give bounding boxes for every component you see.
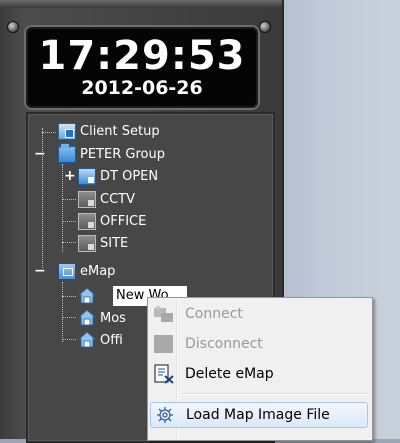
- tree-line: [62, 242, 76, 243]
- delete-document-icon: [153, 364, 175, 384]
- map-house-icon: [78, 287, 96, 304]
- tree-item-emap-child[interactable]: Mos: [78, 308, 126, 328]
- dvr-group-icon: [78, 167, 96, 185]
- tree-item-label: SITE: [100, 235, 129, 251]
- emap-icon: [58, 262, 76, 280]
- tree-item-label: Offi: [100, 332, 123, 348]
- collapse-toggle[interactable]: −: [34, 264, 46, 278]
- tree-item-label: Mos: [100, 310, 126, 326]
- tree-item-emap-child[interactable]: Offi: [78, 330, 123, 350]
- tree-item-client-setup[interactable]: Client Setup: [58, 121, 160, 141]
- clock-date: 2012-06-26: [81, 77, 203, 99]
- tree-line: [42, 132, 56, 133]
- tree-item-label: Client Setup: [80, 123, 160, 139]
- tree-item-peter-group[interactable]: PETER Group: [58, 142, 165, 164]
- tree-line: [62, 164, 63, 252]
- tree-item-label: PETER Group: [80, 146, 165, 162]
- menu-item-label: Disconnect: [185, 336, 263, 352]
- panel-top-bevel: [0, 0, 282, 8]
- tree-line: [62, 282, 63, 342]
- tree-item-office[interactable]: OFFICE: [78, 211, 146, 231]
- clock-time: 17:29:53: [38, 33, 246, 79]
- tree-item-site[interactable]: SITE: [78, 233, 128, 253]
- menu-item-label: Load Map Image File: [186, 407, 330, 423]
- tree-item-label: OFFICE: [100, 213, 147, 229]
- tree-item-cctv[interactable]: CCTV: [78, 189, 135, 209]
- tree-item-label: eMap: [80, 263, 116, 279]
- tree-item-emap[interactable]: eMap: [58, 261, 115, 281]
- tree-item-label: CCTV: [100, 191, 135, 207]
- dvr-icon: [78, 212, 96, 230]
- menu-item-delete-emap[interactable]: Delete eMap: [150, 361, 368, 387]
- screw-icon: [259, 21, 271, 33]
- map-house-icon: [78, 331, 96, 348]
- tree-item-label: DT OPEN: [100, 168, 159, 184]
- menu-item-label: Connect: [185, 306, 243, 322]
- menu-item-label: Delete eMap: [185, 366, 274, 382]
- menu-item-load-map-image-file[interactable]: Load Map Image File: [150, 402, 368, 428]
- map-house-icon: [78, 309, 96, 326]
- folder-icon: [58, 142, 76, 163]
- expand-toggle[interactable]: +: [64, 169, 76, 183]
- menu-item-disconnect[interactable]: Disconnect: [150, 331, 368, 357]
- tree-line: [62, 199, 76, 200]
- client-setup-icon: [58, 122, 76, 140]
- menu-separator: [182, 393, 368, 395]
- tree-item-dt-open[interactable]: DT OPEN: [78, 166, 158, 186]
- dvr-icon: [78, 234, 96, 252]
- tree-item-emap-child[interactable]: [78, 286, 96, 306]
- dvr-icon: [78, 190, 96, 208]
- menu-item-connect[interactable]: Connect: [150, 301, 368, 327]
- gear-icon: [154, 405, 176, 425]
- collapse-toggle[interactable]: −: [34, 147, 46, 161]
- digital-clock: 17:29:53 2012-06-26: [26, 27, 258, 108]
- tree-line: [62, 221, 76, 222]
- screw-icon: [7, 21, 19, 33]
- connect-icon: [153, 304, 175, 324]
- disconnect-icon: [153, 334, 175, 354]
- context-menu: Connect Disconnect Delete eMap Load Map …: [147, 297, 373, 441]
- tree-line: [62, 339, 76, 340]
- tree-line: [62, 296, 76, 297]
- tree-line: [62, 317, 76, 318]
